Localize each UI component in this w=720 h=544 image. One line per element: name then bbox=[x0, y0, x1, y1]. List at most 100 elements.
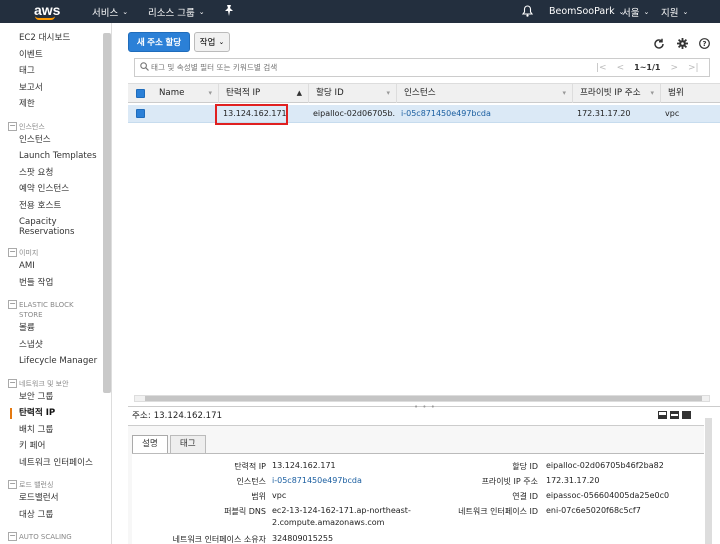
cell-allocation-id: eipalloc-02d06705b... bbox=[313, 109, 396, 118]
column-header-allocation-id[interactable]: 할당 ID ▾ bbox=[308, 84, 396, 103]
sort-icon: ▾ bbox=[650, 89, 654, 97]
chevron-down-icon: ⌄ bbox=[122, 7, 129, 16]
sidebar-item[interactable]: 예약 인스턴스 bbox=[19, 181, 103, 198]
sort-asc-icon: ▲ bbox=[296, 89, 302, 97]
detail-description: 탄력적 IP 13.124.162.171 인스턴스 i-05c871450e4… bbox=[132, 453, 704, 544]
sidebar-item[interactable]: 네트워크 인터페이스 bbox=[19, 455, 103, 472]
label-eni-owner: 네트워크 인터페이스 소유자 bbox=[172, 535, 266, 544]
sidebar-item[interactable]: 제한 bbox=[19, 96, 103, 113]
label-private-ip: 프라이빗 IP 주소 bbox=[481, 477, 538, 486]
sidebar-item[interactable]: 로드밸런서 bbox=[19, 490, 103, 507]
sort-icon: ▾ bbox=[562, 89, 566, 97]
next-page-icon[interactable]: > bbox=[670, 63, 678, 73]
label-association-id: 연결 ID bbox=[512, 492, 538, 501]
sidebar-section-header[interactable]: AUTO SCALING bbox=[8, 532, 103, 542]
sidebar-item[interactable]: 인스턴스 bbox=[19, 132, 103, 149]
gear-icon[interactable] bbox=[677, 38, 688, 52]
layout-split-icon[interactable] bbox=[670, 411, 679, 419]
highlight-annotation bbox=[215, 104, 288, 125]
region-menu[interactable]: 서울 ⌄ bbox=[622, 0, 649, 23]
label-public-dns: 퍼블릭 DNS bbox=[224, 507, 266, 516]
sidebar-item[interactable]: 배치 그룹 bbox=[19, 422, 103, 439]
column-header-instance[interactable]: 인스턴스 ▾ bbox=[396, 84, 572, 103]
services-label: 서비스 bbox=[92, 7, 119, 19]
sidebar-section-header[interactable]: 네트워크 및 보안 bbox=[8, 378, 103, 389]
refresh-icon[interactable] bbox=[653, 38, 665, 53]
layout-bottom-icon[interactable] bbox=[658, 411, 667, 419]
sidebar-nav: EC2 대시보드이벤트태그보고서제한인스턴스인스턴스Launch Templat… bbox=[8, 30, 103, 544]
tab-description[interactable]: 설명 bbox=[132, 435, 168, 453]
value-private-ip: 172.31.17.20 bbox=[546, 476, 600, 485]
pagination: |< < 1~1/1 > >| bbox=[596, 63, 699, 73]
first-page-icon[interactable]: |< bbox=[596, 63, 607, 73]
sidebar-item[interactable]: Capacity Reservations bbox=[19, 214, 103, 239]
drag-handle-icon[interactable]: • • • bbox=[414, 403, 436, 411]
sidebar-item[interactable]: AMI bbox=[19, 258, 103, 275]
layout-full-icon[interactable] bbox=[682, 411, 691, 419]
cell-name bbox=[152, 105, 218, 123]
sidebar-item[interactable]: 보고서 bbox=[19, 80, 103, 97]
sidebar-item[interactable]: 볼륨 bbox=[19, 320, 103, 337]
sidebar-item[interactable]: 탄력적 IP bbox=[10, 405, 103, 422]
column-header-scope[interactable]: 범위 bbox=[660, 84, 720, 103]
actions-label: 작업 bbox=[199, 37, 216, 47]
row-checkbox[interactable] bbox=[136, 109, 145, 118]
sidebar-item[interactable]: 대상 그룹 bbox=[19, 507, 103, 524]
sidebar-item[interactable]: 스팟 요청 bbox=[19, 165, 103, 182]
search-input[interactable] bbox=[151, 60, 591, 75]
page-count: 1~1/1 bbox=[634, 63, 661, 72]
sidebar-item[interactable]: 전용 호스트 bbox=[19, 198, 103, 215]
pin-icon[interactable] bbox=[224, 5, 234, 19]
sidebar-item[interactable]: Launch Templates bbox=[19, 148, 103, 165]
value-association-id: eipassoc-056604005da25e0c0 bbox=[546, 491, 670, 500]
sort-icon: ▾ bbox=[386, 89, 390, 97]
sidebar-item[interactable]: 태그 bbox=[19, 63, 103, 80]
aws-logo[interactable]: aws bbox=[0, 0, 60, 23]
sidebar-section-header[interactable]: 인스턴스 bbox=[8, 121, 103, 132]
label-instance: 인스턴스 bbox=[236, 477, 266, 486]
sidebar-section-header[interactable]: 이미지 bbox=[8, 248, 103, 258]
search-icon bbox=[140, 62, 149, 74]
column-header-elastic-ip[interactable]: 탄력적 IP ▲ bbox=[218, 84, 308, 103]
label-scope: 범위 bbox=[251, 492, 266, 501]
value-instance-link[interactable]: i-05c871450e497bcda bbox=[272, 476, 362, 485]
bell-icon[interactable] bbox=[521, 5, 534, 20]
services-menu[interactable]: 서비스 ⌄ bbox=[92, 0, 128, 23]
support-menu[interactable]: 지원 ⌄ bbox=[661, 0, 688, 23]
sidebar-scrollbar[interactable] bbox=[103, 33, 111, 393]
svg-text:?: ? bbox=[702, 40, 706, 48]
sidebar-item[interactable]: 이벤트 bbox=[19, 47, 103, 64]
sidebar-section-header[interactable]: ELASTIC BLOCK STORE bbox=[8, 300, 89, 320]
help-icon[interactable]: ? bbox=[699, 38, 710, 52]
detail-scrollbar[interactable] bbox=[705, 418, 712, 544]
elastic-ip-table: Name ▾ 탄력적 IP ▲ 할당 ID ▾ 인스턴스 ▾ 프라이빗 IP 주소 ▾ 범… bbox=[128, 83, 720, 123]
horizontal-scrollbar[interactable] bbox=[134, 395, 710, 402]
value-scope: vpc bbox=[272, 491, 287, 500]
sidebar-item[interactable]: 번들 작업 bbox=[19, 275, 103, 292]
allocate-address-button[interactable]: 새 주소 할당 bbox=[128, 32, 190, 52]
sidebar-section-header[interactable]: 로드 밸런싱 bbox=[8, 480, 103, 490]
detail-tabs: 설명 태그 bbox=[132, 435, 208, 453]
user-name: BeomSooPark bbox=[549, 6, 615, 17]
sidebar-item[interactable]: 스냅샷 bbox=[19, 337, 103, 354]
column-header-name[interactable]: Name ▾ bbox=[152, 84, 218, 103]
cell-scope: vpc bbox=[665, 109, 680, 118]
sidebar-item[interactable]: 키 페어 bbox=[19, 438, 103, 455]
chevron-down-icon: ⌄ bbox=[682, 7, 689, 16]
column-header-private-ip[interactable]: 프라이빗 IP 주소 ▾ bbox=[572, 84, 660, 103]
actions-button[interactable]: 작업 ⌄ bbox=[194, 32, 230, 52]
value-allocation-id: eipalloc-02d06705b46f2ba82 bbox=[546, 461, 664, 470]
cell-instance-link[interactable]: i-05c871450e497bcda bbox=[396, 105, 572, 123]
prev-page-icon[interactable]: < bbox=[617, 63, 625, 73]
panel-layout-toggles bbox=[658, 411, 691, 419]
last-page-icon[interactable]: >| bbox=[688, 63, 699, 73]
select-all-checkbox[interactable] bbox=[136, 89, 145, 98]
sidebar-item[interactable]: 보안 그룹 bbox=[19, 389, 103, 406]
user-menu[interactable]: BeomSooPark ⌄ bbox=[549, 0, 625, 23]
table-header: Name ▾ 탄력적 IP ▲ 할당 ID ▾ 인스턴스 ▾ 프라이빗 IP 주소 ▾ 범… bbox=[128, 83, 720, 103]
tab-tags[interactable]: 태그 bbox=[169, 435, 206, 453]
sidebar-item[interactable]: EC2 대시보드 bbox=[19, 30, 103, 47]
resource-groups-menu[interactable]: 리소스 그룹 ⌄ bbox=[148, 0, 205, 23]
main-content: 새 주소 할당 작업 ⌄ ? |< < 1~1/1 > >| Name▾ 탄력적… bbox=[124, 23, 720, 544]
sidebar-item[interactable]: Lifecycle Manager bbox=[19, 353, 103, 370]
